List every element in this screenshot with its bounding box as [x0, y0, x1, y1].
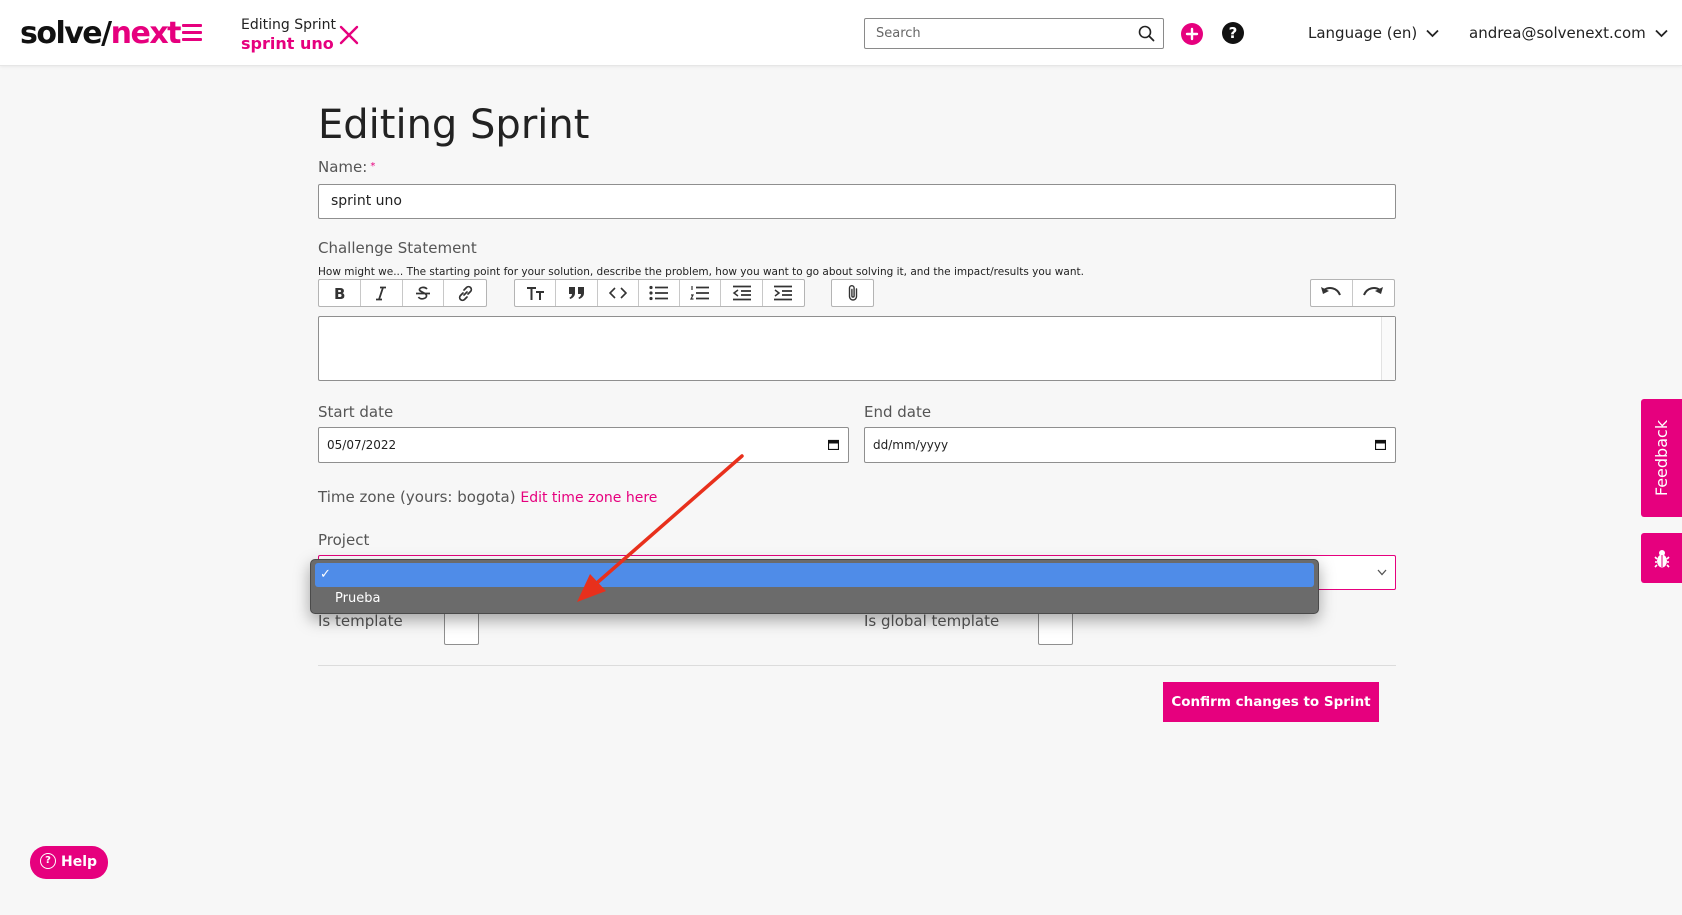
svg-text:B: B — [334, 286, 345, 301]
outdent-icon[interactable] — [721, 280, 763, 306]
bold-icon[interactable]: B — [319, 280, 361, 306]
checkmark-icon: ✓ — [320, 567, 331, 582]
feedback-label: Feedback — [1652, 419, 1671, 497]
calendar-icon[interactable] — [1375, 439, 1386, 450]
confirm-changes-button[interactable]: Confirm changes to Sprint — [1163, 682, 1379, 722]
chevron-down-icon — [1654, 29, 1668, 38]
page-title: Editing Sprint — [318, 102, 590, 148]
breadcrumb-subtitle: sprint uno — [241, 34, 334, 53]
end-date-input[interactable]: dd/mm/yyyy — [864, 427, 1396, 463]
bug-icon — [1654, 550, 1670, 568]
feedback-tab[interactable]: Feedback — [1641, 399, 1682, 517]
search-box — [864, 18, 1164, 49]
question-icon: ? — [40, 852, 56, 869]
start-date-label: Start date — [318, 403, 394, 421]
breadcrumb: Editing Sprint sprint uno — [241, 17, 336, 54]
code-icon[interactable] — [598, 280, 639, 306]
name-field[interactable]: sprint uno — [318, 184, 1396, 219]
chevron-down-icon — [1426, 29, 1439, 38]
format-toolbar-text: B — [318, 279, 487, 307]
format-toolbar-block — [514, 279, 805, 307]
numbered-list-icon[interactable] — [680, 280, 722, 306]
chevron-down-icon — [1377, 569, 1387, 576]
help-icon[interactable]: ? — [1222, 22, 1244, 44]
quote-icon[interactable] — [556, 280, 598, 306]
italic-icon[interactable] — [361, 280, 403, 306]
timezone-text: Time zone (yours: bogota) — [318, 488, 516, 506]
user-email: andrea@solvenext.com — [1469, 24, 1646, 42]
link-icon[interactable] — [444, 280, 486, 306]
challenge-hint: How might we... The starting point for y… — [318, 266, 1084, 278]
name-label: Name: * — [318, 158, 376, 176]
add-icon[interactable] — [1181, 23, 1203, 45]
start-date-input[interactable]: 05/07/2022 — [318, 427, 849, 463]
language-label: Language (en) — [1308, 24, 1418, 42]
undo-icon[interactable] — [1311, 280, 1353, 306]
start-date-value: 05/07/2022 — [327, 438, 397, 452]
calendar-icon[interactable] — [828, 439, 839, 450]
edit-timezone-link[interactable]: Edit time zone here — [520, 490, 657, 506]
search-input[interactable] — [865, 19, 1115, 48]
format-toolbar-history — [1310, 279, 1395, 307]
top-bar: solve/next Editing Sprint sprint uno ? L… — [0, 0, 1682, 66]
heading-icon[interactable] — [515, 280, 557, 306]
end-date-value: dd/mm/yyyy — [873, 438, 949, 452]
bug-report-tab[interactable] — [1641, 533, 1682, 583]
menu-icon[interactable] — [182, 24, 202, 42]
timezone-info: Time zone (yours: bogota) Edit time zone… — [318, 487, 657, 508]
challenge-label: Challenge Statement — [318, 239, 477, 257]
is-template-label: Is template — [318, 612, 403, 630]
strikethrough-icon[interactable] — [403, 280, 445, 306]
dropdown-option-prueba[interactable]: Prueba — [315, 587, 1314, 611]
dropdown-option-empty[interactable]: ✓ — [315, 563, 1314, 587]
language-selector[interactable]: Language (en) — [1308, 23, 1439, 43]
indent-icon[interactable] — [763, 280, 804, 306]
help-button[interactable]: ? Help — [30, 846, 108, 879]
search-icon[interactable] — [1138, 25, 1155, 46]
logo[interactable]: solve/next — [20, 16, 182, 52]
end-date-label: End date — [864, 403, 932, 421]
option-label: Prueba — [335, 591, 381, 606]
bullet-list-icon[interactable] — [639, 280, 681, 306]
attachment-icon[interactable] — [832, 280, 873, 306]
is-global-template-label: Is global template — [864, 612, 1000, 630]
redo-icon[interactable] — [1353, 280, 1395, 306]
close-icon[interactable] — [338, 24, 360, 46]
breadcrumb-title: Editing Sprint — [241, 17, 336, 33]
format-toolbar-file — [831, 279, 874, 307]
editor-scrollbar[interactable] — [1381, 317, 1395, 380]
challenge-editor[interactable] — [318, 316, 1396, 381]
divider — [318, 665, 1396, 666]
project-dropdown-menu: ✓ Prueba — [310, 559, 1319, 614]
user-menu[interactable]: andrea@solvenext.com — [1469, 23, 1668, 43]
project-label: Project — [318, 531, 370, 549]
help-label: Help — [61, 854, 98, 870]
